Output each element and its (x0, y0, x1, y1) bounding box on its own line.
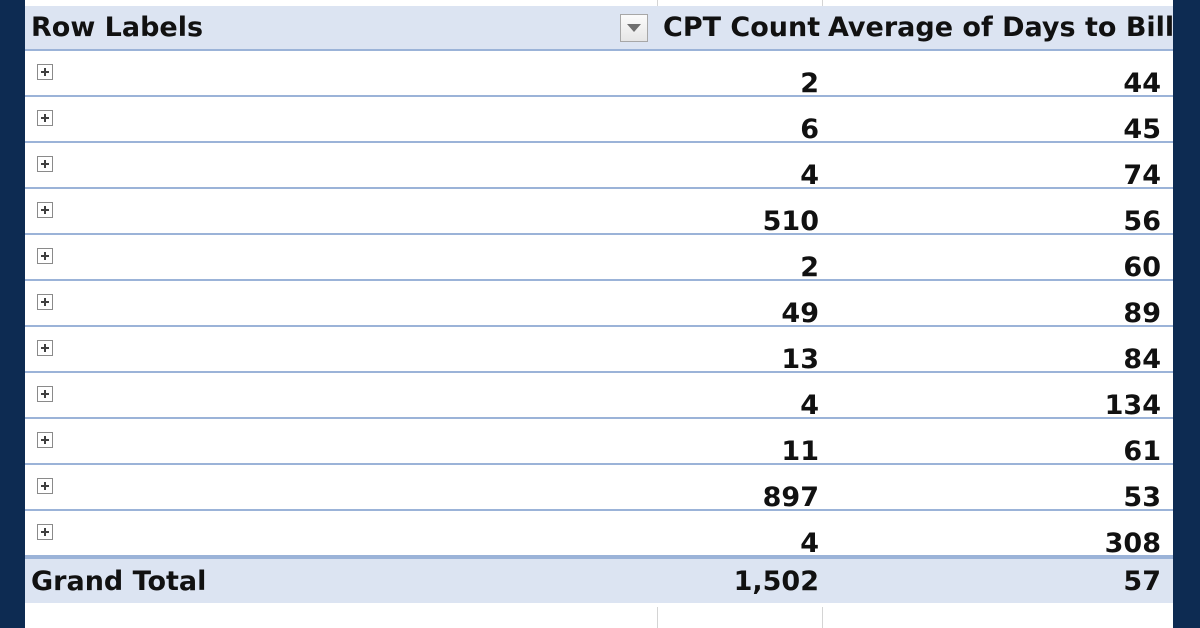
grand-total-avg[interactable]: 57 (825, 559, 1161, 603)
pivot-data-row: 2 60 (25, 235, 1173, 283)
avg-days-header[interactable]: Average of Days to Bill (828, 6, 1173, 49)
pivot-data-row: 510 56 (25, 189, 1173, 237)
row-labels-header[interactable]: Row Labels (31, 6, 651, 49)
row-label-cell[interactable] (31, 327, 651, 371)
pivot-table: Row Labels CPT Count Average of Days to … (25, 6, 1173, 603)
pivot-data-row: 4 308 (25, 511, 1173, 559)
pivot-data-row: 49 89 (25, 281, 1173, 329)
grand-total-label[interactable]: Grand Total (31, 559, 651, 603)
pivot-data-row: 4 74 (25, 143, 1173, 191)
row-label-cell[interactable] (31, 511, 651, 555)
row-label-cell[interactable] (31, 235, 651, 279)
row-label-cell[interactable] (31, 97, 651, 141)
pivot-data-row: 4 134 (25, 373, 1173, 421)
spreadsheet-area: Row Labels CPT Count Average of Days to … (25, 0, 1173, 628)
row-labels-filter-button[interactable] (620, 14, 648, 42)
pivot-data-row: 11 61 (25, 419, 1173, 467)
grid-empty-area (25, 607, 1173, 628)
row-label-cell[interactable] (31, 143, 651, 187)
row-label-cell[interactable] (31, 373, 651, 417)
cpt-count-header[interactable]: CPT Count (663, 6, 833, 49)
row-label-cell[interactable] (31, 51, 651, 95)
grand-total-row: Grand Total 1,502 57 (25, 557, 1173, 603)
pivot-data-row: 13 84 (25, 327, 1173, 375)
row-label-cell[interactable] (31, 189, 651, 233)
row-label-cell[interactable] (31, 465, 651, 509)
row-label-cell[interactable] (31, 281, 651, 325)
pivot-data-row: 6 45 (25, 97, 1173, 145)
pivot-header-row: Row Labels CPT Count Average of Days to … (25, 6, 1173, 51)
row-label-cell[interactable] (31, 419, 651, 463)
pivot-data-row: 2 44 (25, 51, 1173, 99)
dropdown-filter-icon (627, 24, 641, 32)
pivot-data-row: 897 53 (25, 465, 1173, 513)
grand-total-count[interactable]: 1,502 (655, 559, 819, 603)
